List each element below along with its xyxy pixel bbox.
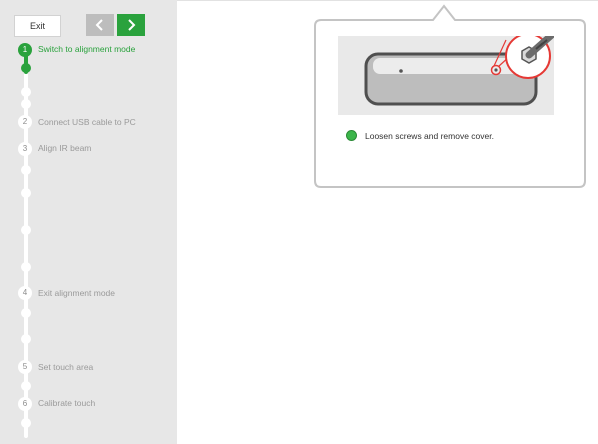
screw-icon — [399, 69, 403, 73]
step-number: 2 — [18, 115, 32, 129]
progress-dot — [21, 334, 31, 344]
step-number: 5 — [18, 360, 32, 374]
step-label-switch-to-alignment-mode[interactable]: Switch to alignment mode — [38, 44, 135, 54]
exit-button[interactable]: Exit — [14, 15, 61, 37]
header-divider — [177, 0, 598, 1]
previous-button[interactable] — [86, 14, 114, 36]
sidebar: Exit 1 Switch to alignment mode 2 Connec… — [0, 0, 177, 444]
step-number: 4 — [18, 286, 32, 300]
status-dot-icon — [346, 130, 357, 141]
step-label-connect-usb-cable[interactable]: Connect USB cable to PC — [38, 117, 136, 127]
progress-dot — [21, 165, 31, 175]
step-label-calibrate-touch[interactable]: Calibrate touch — [38, 398, 95, 408]
progress-dot — [21, 381, 31, 391]
progress-dot — [21, 87, 31, 97]
progress-dot — [21, 99, 31, 109]
step-number: 1 — [18, 43, 32, 57]
progress-dot — [21, 188, 31, 198]
progress-dot — [21, 262, 31, 272]
step-number: 3 — [18, 142, 32, 156]
step-label-exit-alignment-mode[interactable]: Exit alignment mode — [38, 288, 115, 298]
chevron-left-icon — [95, 19, 103, 31]
instruction-row: Loosen screws and remove cover. — [346, 130, 494, 141]
progress-dot — [21, 418, 31, 428]
step-label-align-ir-beam[interactable]: Align IR beam — [38, 143, 91, 153]
next-button[interactable] — [117, 14, 145, 36]
device-cover-illustration — [338, 36, 554, 115]
instruction-text: Loosen screws and remove cover. — [365, 130, 494, 141]
progress-dot — [21, 308, 31, 318]
progress-dot-current — [21, 63, 31, 73]
chevron-right-icon — [128, 19, 136, 31]
progress-dot — [21, 225, 31, 235]
step-number: 6 — [18, 397, 32, 411]
step-label-set-touch-area[interactable]: Set touch area — [38, 362, 93, 372]
